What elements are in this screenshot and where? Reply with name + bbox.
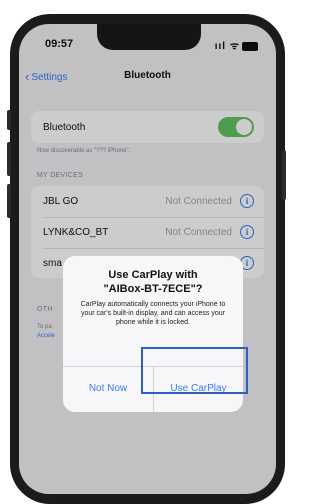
mute-switch — [7, 110, 11, 130]
power-button — [282, 150, 286, 200]
volume-down-button — [7, 184, 11, 218]
alert-message: CarPlay automatically connects your iPho… — [80, 301, 226, 326]
phone-screen: 09:57 ııl ᯤ ‹ Settings Bluetooth Bluetoot… — [19, 24, 276, 494]
alert-title-line-1: Use CarPlay with — [108, 269, 198, 281]
alert-title: Use CarPlay with "AIBox-BT-7ECE"? — [69, 268, 237, 296]
alert-title-line-2: "AIBox-BT-7ECE"? — [103, 283, 203, 295]
not-now-button[interactable]: Not Now — [63, 366, 153, 412]
highlight-box — [141, 347, 248, 394]
volume-up-button — [7, 142, 11, 176]
